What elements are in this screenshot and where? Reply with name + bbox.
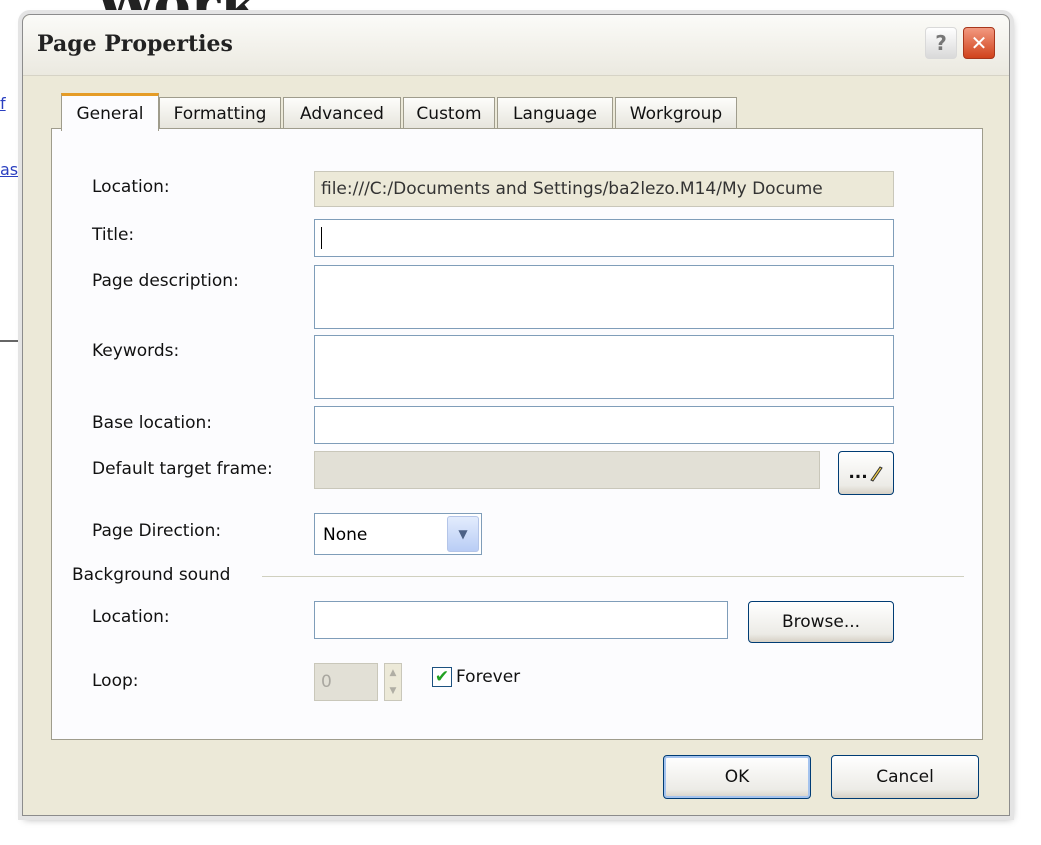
tab-advanced[interactable]: Advanced [283,97,401,129]
tab-language[interactable]: Language [497,97,613,129]
location-label: Location: [92,177,170,197]
group-divider [262,576,964,577]
target-frame-button-label: ... [848,463,868,483]
page-description-label: Page description: [92,271,239,291]
forever-label[interactable]: Forever [456,667,520,687]
sound-location-input[interactable] [314,601,728,639]
checkmark-icon: ✔ [434,667,450,687]
default-target-frame-field [314,451,820,489]
title-input[interactable] [314,219,894,257]
keywords-label: Keywords: [92,341,180,361]
chevron-down-icon[interactable]: ▼ [447,516,479,552]
cancel-button[interactable]: Cancel [831,755,979,799]
base-location-label: Base location: [92,413,212,433]
browse-button[interactable]: Browse... [748,601,894,643]
background-link-fragment-top: f [0,94,6,113]
page-description-input[interactable] [314,265,894,329]
forever-checkbox[interactable]: ✔ [432,667,452,687]
background-rule [0,340,20,342]
default-target-frame-label: Default target frame: [92,459,273,479]
spin-up-icon: ▲ [389,668,397,678]
tab-custom[interactable]: Custom [403,97,495,129]
pencil-icon [869,466,883,482]
dialog-title: Page Properties [37,31,233,57]
tab-formatting[interactable]: Formatting [159,97,281,129]
general-tab-panel: Location: file:///C:/Documents and Setti… [51,128,983,740]
tab-workgroup[interactable]: Workgroup [615,97,737,129]
loop-label: Loop: [92,671,139,691]
page-direction-value: None [323,525,368,545]
background-link-fragment: as [0,160,19,179]
sound-location-label: Location: [92,607,170,627]
help-button[interactable]: ? [925,27,957,59]
background-sound-group-label: Background sound [72,565,231,585]
base-location-input[interactable] [314,406,894,444]
ok-button[interactable]: OK [663,755,811,799]
tab-general[interactable]: General [61,93,159,131]
close-button[interactable]: ✕ [963,27,995,59]
loop-spinner: ▲ ▼ [384,663,402,701]
text-caret [321,227,322,249]
close-icon: ✕ [970,31,988,55]
loop-count-field: 0 [314,663,378,701]
spin-down-icon: ▼ [389,686,397,696]
page-direction-select[interactable]: None ▼ [314,513,482,555]
keywords-input[interactable] [314,335,894,399]
location-field[interactable]: file:///C:/Documents and Settings/ba2lez… [314,171,894,207]
page-direction-label: Page Direction: [92,521,222,541]
title-label: Title: [92,225,135,245]
target-frame-browse-button[interactable]: ... [838,451,894,495]
page-properties-dialog: Page Properties ? ✕ General Formatting A… [22,14,1010,816]
title-bar[interactable]: Page Properties ? ✕ [23,15,1009,76]
